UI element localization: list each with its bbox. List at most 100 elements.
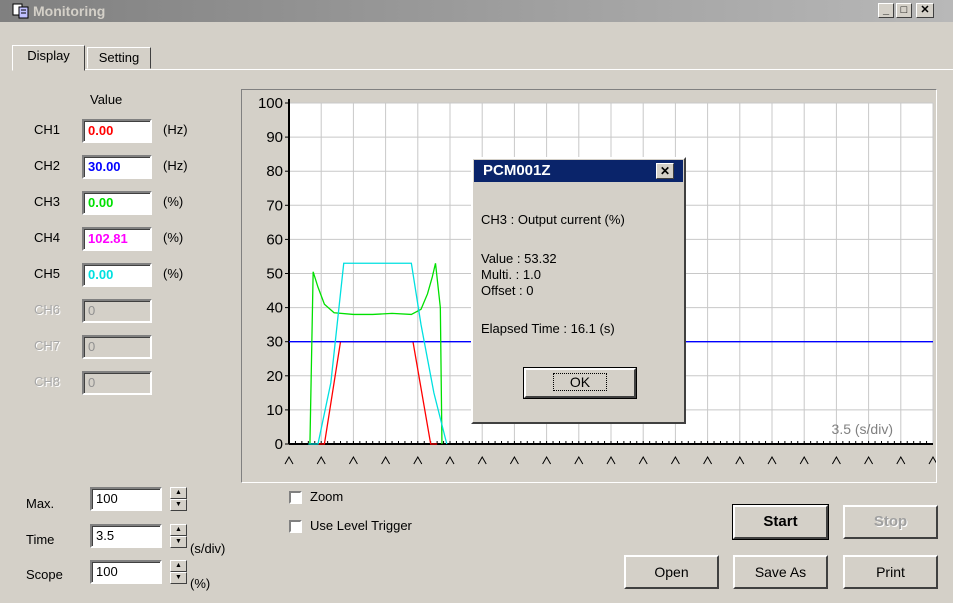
x-marker-caret <box>574 455 584 465</box>
x-marker-caret <box>735 455 745 465</box>
channel-unit: (Hz) <box>163 158 188 173</box>
save-as-button[interactable]: Save As <box>733 555 828 589</box>
time-unit: (s/div) <box>190 541 226 556</box>
open-button[interactable]: Open <box>624 555 719 589</box>
y-tick-label: 90 <box>266 129 283 146</box>
x-marker-caret <box>767 455 777 465</box>
time-label: Time <box>26 532 55 547</box>
scope-unit: (%) <box>190 576 211 591</box>
max-input[interactable]: 100 <box>90 487 162 511</box>
zoom-checkbox[interactable] <box>289 491 302 504</box>
channel-unit: (%) <box>163 194 184 209</box>
x-marker-caret <box>831 455 841 465</box>
stop-button[interactable]: Stop <box>843 505 938 539</box>
spin-up-icon[interactable]: ▲ <box>170 524 187 536</box>
spin-up-icon[interactable]: ▲ <box>170 560 187 572</box>
x-marker-caret <box>606 455 616 465</box>
tab-setting[interactable]: Setting <box>87 47 151 69</box>
y-tick-label: 10 <box>266 402 283 419</box>
tab-display-label: Display <box>27 48 70 63</box>
level-trigger-checkbox[interactable] <box>289 520 302 533</box>
popup-offset-line: Offset : 0 <box>481 283 534 298</box>
x-marker-caret <box>928 455 936 465</box>
x-marker-caret <box>509 455 519 465</box>
y-tick-label: 30 <box>266 334 283 351</box>
spin-down-icon[interactable]: ▼ <box>170 499 187 511</box>
y-tick-label: 100 <box>258 95 283 112</box>
popup-ok-button[interactable]: OK <box>523 367 637 399</box>
spin-up-icon[interactable]: ▲ <box>170 487 187 499</box>
minimize-icon: _ <box>882 4 890 16</box>
x-marker-caret <box>381 455 391 465</box>
x-marker-caret <box>638 455 648 465</box>
app-icon <box>12 3 29 19</box>
popup-title[interactable]: PCM001Z <box>474 160 683 182</box>
maximize-button[interactable]: □ <box>896 3 912 18</box>
max-spinner[interactable]: ▲ ▼ <box>170 487 187 511</box>
tab-display[interactable]: Display <box>12 45 85 71</box>
x-marker-caret <box>445 455 455 465</box>
x-marker-caret <box>864 455 874 465</box>
popup-elapsed-line: Elapsed Time : 16.1 (s) <box>481 321 615 336</box>
close-icon: ✕ <box>659 164 671 178</box>
channel-info-popup: PCM001Z ✕ CH3 : Output current (%) Value… <box>471 157 686 424</box>
channel-name: CH6 <box>34 302 61 317</box>
popup-value-line: Value : 53.32 <box>481 251 557 266</box>
scope-spinner[interactable]: ▲ ▼ <box>170 560 187 584</box>
channel-value-field: 102.81 <box>82 227 152 251</box>
time-div-label: 3.5 (s/div) <box>832 421 893 437</box>
channel-name: CH8 <box>34 374 61 389</box>
x-marker-caret <box>284 455 294 465</box>
tab-setting-label: Setting <box>98 50 140 65</box>
close-icon: ✕ <box>920 4 930 16</box>
maximize-icon: □ <box>900 4 908 16</box>
y-tick-label: 60 <box>266 231 283 248</box>
popup-close-button[interactable]: ✕ <box>656 163 674 179</box>
x-marker-caret <box>316 455 326 465</box>
x-marker-caret <box>703 455 713 465</box>
popup-ok-label: OK <box>552 373 608 391</box>
time-spinner[interactable]: ▲ ▼ <box>170 524 187 548</box>
spin-down-icon[interactable]: ▼ <box>170 536 187 548</box>
start-button[interactable]: Start <box>732 504 829 540</box>
y-tick-label: 40 <box>266 300 283 317</box>
channel-value-field: 0.00 <box>82 191 152 215</box>
minimize-button[interactable]: _ <box>878 3 894 18</box>
popup-title-text: PCM001Z <box>483 162 551 179</box>
channel-name: CH1 <box>34 122 61 137</box>
time-input[interactable]: 3.5 <box>90 524 162 548</box>
window-title: Monitoring <box>33 3 106 19</box>
channel-unit: (Hz) <box>163 122 188 137</box>
x-marker-caret <box>413 455 423 465</box>
spin-down-icon[interactable]: ▼ <box>170 572 187 584</box>
channel-value-field: 0 <box>82 371 152 395</box>
max-label: Max. <box>26 496 55 511</box>
scope-input[interactable]: 100 <box>90 560 162 584</box>
x-marker-caret <box>542 455 552 465</box>
y-tick-label: 20 <box>266 368 283 385</box>
close-button[interactable]: ✕ <box>916 3 934 18</box>
y-tick-label: 70 <box>266 197 283 214</box>
channel-value-field: 0.00 <box>82 263 152 287</box>
channel-value-field: 0.00 <box>82 119 152 143</box>
channel-name: CH5 <box>34 266 61 281</box>
title-bar[interactable]: Monitoring _ □ ✕ <box>0 0 953 22</box>
scope-label: Scope <box>26 567 63 582</box>
value-header: Value <box>90 92 123 107</box>
channel-unit: (%) <box>163 266 184 281</box>
channel-value-field: 0 <box>82 335 152 359</box>
channel-value-field: 30.00 <box>82 155 152 179</box>
x-marker-caret <box>799 455 809 465</box>
monitoring-window: Monitoring _ □ ✕ Display Setting Value C… <box>0 0 953 603</box>
print-button[interactable]: Print <box>843 555 938 589</box>
channel-name: CH2 <box>34 158 61 173</box>
level-trigger-label[interactable]: Use Level Trigger <box>310 518 412 534</box>
x-marker-caret <box>896 455 906 465</box>
popup-multi-line: Multi. : 1.0 <box>481 267 541 282</box>
zoom-label[interactable]: Zoom <box>310 489 343 505</box>
channel-unit: (%) <box>163 230 184 245</box>
channel-value-field: 0 <box>82 299 152 323</box>
channel-name: CH7 <box>34 338 61 353</box>
y-tick-label: 80 <box>266 163 283 180</box>
x-marker-caret <box>670 455 680 465</box>
